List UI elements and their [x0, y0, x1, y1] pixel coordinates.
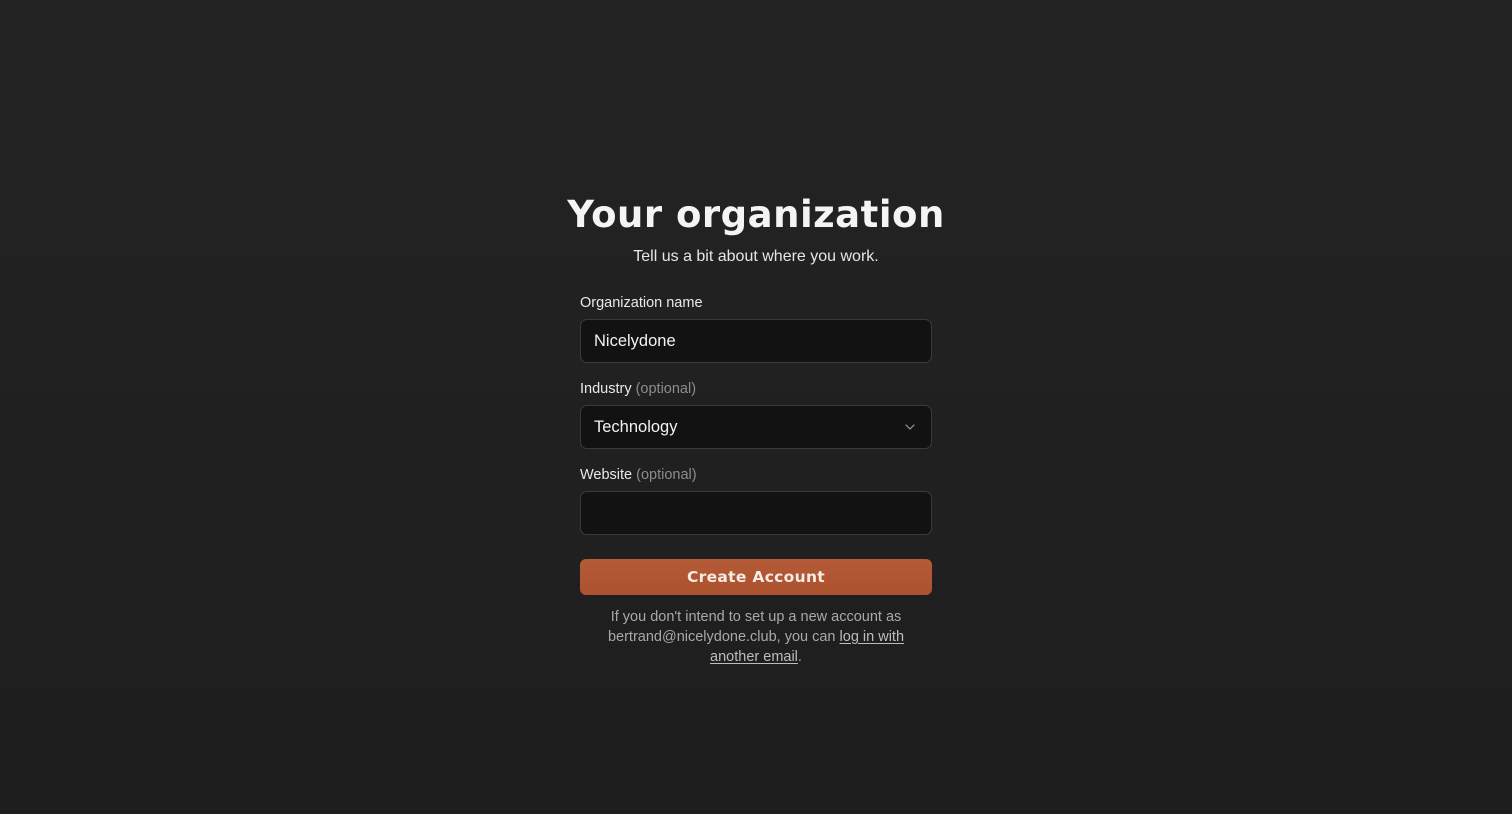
- chevron-down-icon: [904, 421, 916, 433]
- industry-select[interactable]: Technology: [580, 405, 932, 449]
- industry-optional-tag: (optional): [635, 381, 697, 397]
- website-input[interactable]: [580, 491, 932, 535]
- organization-name-input[interactable]: [580, 319, 932, 363]
- industry-selected-value: Technology: [594, 417, 678, 436]
- alternate-login-note-end: .: [797, 649, 802, 665]
- create-account-button[interactable]: Create Account: [580, 559, 932, 595]
- website-field: Website (optional): [580, 466, 932, 535]
- website-label: Website: [580, 467, 633, 483]
- industry-field: Industry (optional) Technology: [580, 380, 932, 449]
- page-title: Your organization: [567, 193, 945, 236]
- website-label-row: Website (optional): [580, 466, 932, 484]
- organization-form: Your organization Tell us a bit about wh…: [567, 190, 944, 667]
- page-subtitle: Tell us a bit about where you work.: [633, 248, 879, 265]
- website-optional-tag: (optional): [636, 467, 697, 483]
- industry-label: Industry: [580, 381, 632, 397]
- organization-name-field: Organization name: [580, 294, 932, 363]
- alternate-login-note: If you don't intend to set up a new acco…: [580, 607, 932, 667]
- organization-name-label: Organization name: [580, 295, 703, 311]
- industry-label-row: Industry (optional): [580, 380, 932, 398]
- organization-name-label-row: Organization name: [580, 294, 932, 312]
